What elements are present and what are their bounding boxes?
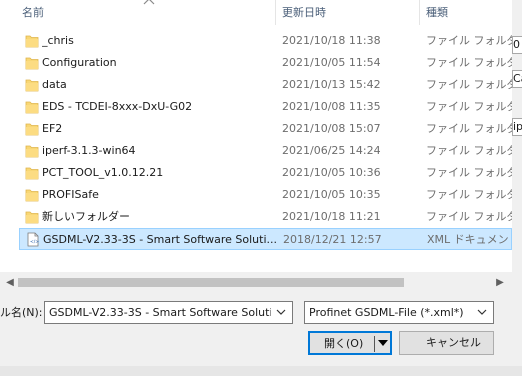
scroll-right-arrow-icon[interactable]: ▶	[494, 277, 506, 289]
filetype-select[interactable]: Profinet GSDML-File (*.xml*)	[304, 301, 494, 324]
cancel-button[interactable]: キャンセル	[399, 331, 494, 355]
file-date: 2021/10/05 10:35	[282, 188, 381, 201]
file-type: ファイル フォルダー	[426, 122, 512, 135]
file-name: PCT_TOOL_v1.0.12.21	[42, 166, 164, 179]
file-type: ファイル フォルダー	[426, 78, 512, 91]
open-button-label[interactable]: 開く(O)	[324, 333, 363, 355]
file-date: 2021/10/13 15:42	[282, 78, 381, 91]
file-name: iperf-3.1.3-win64	[42, 144, 136, 157]
horizontal-scrollbar[interactable]: ◀ ▶	[0, 273, 512, 292]
column-header-type[interactable]: 種類	[420, 0, 448, 25]
folder-icon	[25, 143, 39, 158]
file-date: 2021/10/05 11:54	[282, 56, 381, 69]
scroll-left-arrow-icon[interactable]: ◀	[4, 277, 16, 289]
chevron-down-icon[interactable]	[276, 308, 286, 316]
background-field: ipl	[512, 118, 522, 136]
folder-icon	[25, 187, 39, 202]
file-type: ファイル フォルダー	[426, 166, 512, 179]
file-name: EDS - TCDEI-8xxx-DxU-G02	[42, 100, 193, 113]
folder-icon	[25, 99, 39, 114]
file-row[interactable]: EF2 2021/10/08 15:07 ファイル フォルダー	[19, 118, 512, 140]
xml-file-icon: </>	[26, 232, 40, 247]
file-row[interactable]: data 2021/10/13 15:42 ファイル フォルダー	[19, 74, 512, 96]
filename-value[interactable]: GSDML-V2.33-3S - Smart Software Solution	[49, 302, 271, 323]
folder-icon	[25, 77, 39, 92]
file-date: 2021/06/25 14:24	[282, 144, 381, 157]
background-field: Ca	[512, 70, 522, 88]
file-row[interactable]: PROFISafe 2021/10/05 10:35 ファイル フォルダー	[19, 184, 512, 206]
file-date: 2021/10/18 11:38	[282, 34, 381, 47]
folder-icon	[25, 121, 39, 136]
file-row[interactable]: iperf-3.1.3-win64 2021/06/25 14:24 ファイル フォ…	[19, 140, 512, 162]
file-type: ファイル フォルダー	[426, 56, 512, 69]
folder-icon	[25, 33, 39, 48]
window-bottom-edge	[0, 366, 522, 376]
file-date: 2018/12/21 12:57	[283, 233, 382, 246]
file-name: PROFISafe	[42, 188, 99, 201]
split-divider	[374, 336, 375, 352]
file-row[interactable]: _chris 2021/10/18 11:38 ファイル フォルダー	[19, 30, 512, 52]
background-window-fragment: 0 Ca ipl	[512, 0, 522, 376]
file-row[interactable]: EDS - TCDEI-8xxx-DxU-G02 2021/10/08 11:35…	[19, 96, 512, 118]
file-row[interactable]: 新しいフォルダー 2021/10/18 11:21 ファイル フォルダー	[19, 206, 512, 228]
file-type: ファイル フォルダー	[426, 100, 512, 113]
file-row[interactable]: </> GSDML-V2.33-3S - Smart Software Solut…	[19, 228, 512, 250]
file-name: GSDML-V2.33-3S - Smart Software Soluti..…	[43, 233, 278, 246]
folder-icon	[25, 209, 39, 224]
file-type: ファイル フォルダー	[426, 210, 512, 223]
filename-label: ル名(N):	[0, 306, 43, 319]
file-name: data	[42, 78, 67, 91]
file-type: ファイル フォルダー	[426, 34, 512, 47]
file-date: 2021/10/08 15:07	[282, 122, 381, 135]
column-header-row: 名前 更新日時 種類	[0, 0, 512, 25]
chevron-down-icon[interactable]	[477, 308, 487, 316]
sort-ascending-icon	[143, 0, 155, 5]
folder-icon	[25, 55, 39, 70]
column-header-date[interactable]: 更新日時	[276, 0, 326, 25]
column-header-name[interactable]: 名前	[16, 0, 44, 25]
file-name: Configuration	[42, 56, 117, 69]
file-date: 2021/10/08 11:35	[282, 100, 381, 113]
file-name: EF2	[42, 122, 63, 135]
scrollbar-thumb[interactable]	[18, 278, 404, 287]
filename-combobox[interactable]: GSDML-V2.33-3S - Smart Software Solution	[44, 301, 293, 324]
file-name: 新しいフォルダー	[42, 210, 130, 223]
file-date: 2021/10/05 10:36	[282, 166, 381, 179]
file-type: XML ドキュメント	[427, 233, 512, 246]
open-split-button[interactable]: 開く(O)	[308, 331, 392, 355]
folder-icon	[25, 165, 39, 180]
file-type: ファイル フォルダー	[426, 144, 512, 157]
cancel-button-label[interactable]: キャンセル	[426, 332, 481, 354]
svg-text:</>: </>	[30, 239, 39, 245]
file-type: ファイル フォルダー	[426, 188, 512, 201]
file-name: _chris	[42, 34, 74, 47]
file-date: 2021/10/18 11:21	[282, 210, 381, 223]
file-row[interactable]: Configuration 2021/10/05 11:54 ファイル フォルダー	[19, 52, 512, 74]
file-row[interactable]: PCT_TOOL_v1.0.12.21 2021/10/05 10:36 ファイル …	[19, 162, 512, 184]
filetype-value[interactable]: Profinet GSDML-File (*.xml*)	[309, 302, 474, 323]
file-list[interactable]: 名前 更新日時 種類 _chris 2021/10/18 11:38 ファイル フォ…	[0, 0, 512, 272]
dropdown-arrow-icon[interactable]	[378, 340, 388, 347]
background-field: 0	[512, 36, 522, 54]
